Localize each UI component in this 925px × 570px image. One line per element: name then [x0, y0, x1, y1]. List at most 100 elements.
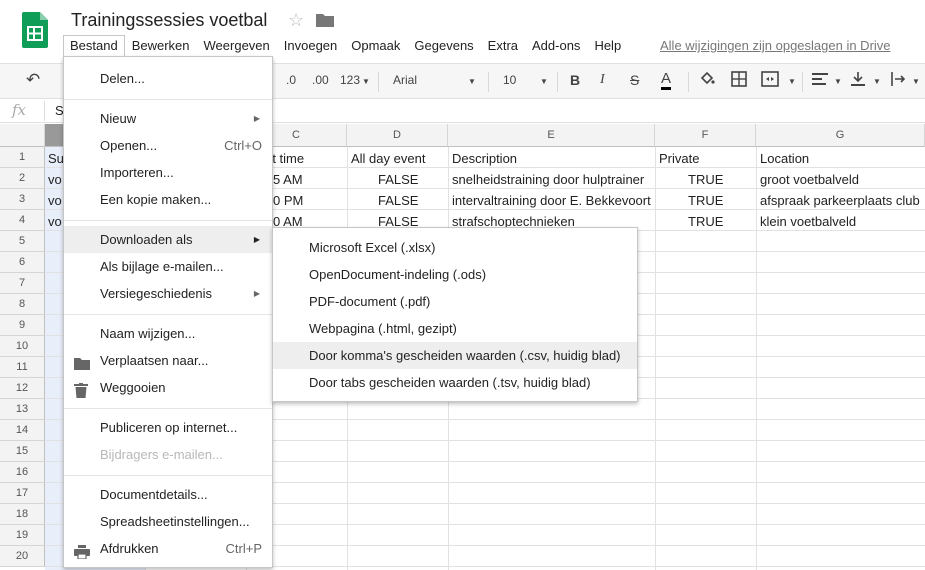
menu-opmaak[interactable]: Opmaak — [344, 35, 407, 57]
select-all-corner[interactable] — [0, 124, 45, 147]
menu-item-label: Bijdragers e-mailen... — [100, 447, 223, 462]
more-formats-button[interactable]: 123 — [340, 73, 360, 87]
menu-item-trash[interactable]: Weggooien — [64, 374, 272, 401]
cell-g2[interactable]: groot voetbalveld — [760, 169, 923, 190]
menu-item-spreadsheet-settings[interactable]: Spreadsheetinstellingen... — [64, 508, 272, 535]
download-ods[interactable]: OpenDocument-indeling (.ods) — [273, 261, 637, 288]
menu-gegevens[interactable]: Gegevens — [407, 35, 480, 57]
cell-c2[interactable]: 5 AM — [273, 169, 345, 190]
menu-item-label: Openen... — [100, 138, 158, 153]
sheets-logo-icon[interactable] — [22, 12, 48, 48]
merge-cells-icon[interactable] — [761, 71, 779, 90]
cell-e3[interactable]: intervaltraining door E. Bekkevoort — [452, 190, 653, 211]
column-header-g[interactable]: G — [756, 124, 925, 147]
menu-weergeven[interactable]: Weergeven — [197, 35, 277, 57]
menu-item-new[interactable]: Nieuw ▶ — [64, 105, 272, 132]
row-header[interactable]: 19 — [0, 525, 45, 546]
menu-item-open[interactable]: Openen... Ctrl+O — [64, 132, 272, 159]
download-xlsx[interactable]: Microsoft Excel (.xlsx) — [273, 234, 637, 261]
download-csv[interactable]: Door komma's gescheiden waarden (.csv, h… — [273, 342, 637, 369]
cell-d2[interactable]: FALSE — [378, 169, 446, 190]
cell-e2[interactable]: snelheidstraining door hulptrainer — [452, 169, 653, 190]
row-header[interactable]: 15 — [0, 441, 45, 462]
fill-color-icon[interactable] — [699, 71, 715, 90]
row-header[interactable]: 20 — [0, 546, 45, 567]
row-header[interactable]: 14 — [0, 420, 45, 441]
undo-icon[interactable]: ↶ — [26, 70, 40, 90]
menu-item-move[interactable]: Verplaatsen naar... — [64, 347, 272, 374]
row-header[interactable]: 4 — [0, 210, 45, 231]
column-header-f[interactable]: F — [655, 124, 756, 147]
menu-item-rename[interactable]: Naam wijzigen... — [64, 320, 272, 347]
font-size-select[interactable]: 10 — [503, 73, 516, 87]
menu-add-ons[interactable]: Add-ons — [525, 35, 587, 57]
cell-f1[interactable]: Private — [659, 148, 754, 169]
download-html[interactable]: Webpagina (.html, gezipt) — [273, 315, 637, 342]
column-header-e[interactable]: E — [448, 124, 655, 147]
menu-item-label: Nieuw — [100, 111, 137, 126]
menu-item-email-attachment[interactable]: Als bijlage e-mailen... — [64, 253, 272, 280]
download-pdf[interactable]: PDF-document (.pdf) — [273, 288, 637, 315]
row-header[interactable]: 13 — [0, 399, 45, 420]
cell-f2[interactable]: TRUE — [688, 169, 754, 190]
row-header[interactable]: 16 — [0, 462, 45, 483]
bold-icon[interactable]: B — [570, 72, 580, 88]
cell-c3[interactable]: 0 PM — [273, 190, 345, 211]
text-color-icon[interactable]: A — [661, 70, 672, 90]
menu-bewerken[interactable]: Bewerken — [125, 35, 197, 57]
folder-icon[interactable] — [316, 13, 334, 32]
menu-bestand[interactable]: Bestand — [63, 35, 125, 57]
menu-item-make-copy[interactable]: Een kopie maken... — [64, 186, 272, 213]
row-header[interactable]: 11 — [0, 357, 45, 378]
document-title[interactable]: Trainingssessies voetbal — [71, 10, 267, 31]
cell-f4[interactable]: TRUE — [688, 211, 754, 232]
cell-g1[interactable]: Location — [760, 148, 923, 169]
menu-help[interactable]: Help — [587, 35, 628, 57]
row-header[interactable]: 12 — [0, 378, 45, 399]
row-header[interactable]: 17 — [0, 483, 45, 504]
align-left-icon[interactable] — [812, 72, 828, 89]
menu-item-publish[interactable]: Publiceren op internet... — [64, 414, 272, 441]
menu-extra[interactable]: Extra — [481, 35, 525, 57]
strikethrough-icon[interactable]: S — [630, 72, 639, 88]
row-header[interactable]: 18 — [0, 504, 45, 525]
menu-item-download-as[interactable]: Downloaden als ▶ — [64, 226, 272, 253]
row-header[interactable]: 2 — [0, 168, 45, 189]
cell-e1[interactable]: Description — [452, 148, 653, 169]
row-header[interactable]: 10 — [0, 336, 45, 357]
menu-item-version-history[interactable]: Versiegeschiedenis ▶ — [64, 280, 272, 307]
row-header[interactable]: 7 — [0, 273, 45, 294]
row-header[interactable]: 1 — [0, 147, 45, 168]
download-tsv[interactable]: Door tabs gescheiden waarden (.tsv, huid… — [273, 369, 637, 396]
menu-item-print[interactable]: Afdrukken Ctrl+P — [64, 535, 272, 562]
row-header[interactable]: 3 — [0, 189, 45, 210]
cell-d1[interactable]: All day event — [351, 148, 446, 169]
star-icon[interactable]: ☆ — [288, 10, 304, 31]
row-header[interactable]: 6 — [0, 252, 45, 273]
cell-g4[interactable]: klein voetbalveld — [760, 211, 923, 232]
cell-c1[interactable]: rt time — [268, 148, 345, 169]
text-wrap-icon[interactable] — [890, 71, 906, 90]
menu-separator — [64, 475, 272, 476]
decrease-decimal-button[interactable]: .0 — [286, 73, 296, 87]
menu-item-email-collaborators: Bijdragers e-mailen... — [64, 441, 272, 468]
cell-f3[interactable]: TRUE — [688, 190, 754, 211]
menu-separator — [64, 408, 272, 409]
row-header[interactable]: 5 — [0, 231, 45, 252]
column-header-d[interactable]: D — [347, 124, 448, 147]
menu-item-import[interactable]: Importeren... — [64, 159, 272, 186]
increase-decimal-button[interactable]: .00 — [312, 73, 329, 87]
row-header[interactable]: 9 — [0, 315, 45, 336]
menu-item-document-details[interactable]: Documentdetails... — [64, 481, 272, 508]
menu-invoegen[interactable]: Invoegen — [277, 35, 345, 57]
cell-d3[interactable]: FALSE — [378, 190, 446, 211]
menu-item-share[interactable]: Delen... — [64, 65, 272, 92]
cell-g3[interactable]: afspraak parkeerplaats club — [760, 190, 923, 211]
row-header[interactable]: 8 — [0, 294, 45, 315]
vertical-align-icon[interactable] — [851, 71, 865, 90]
menu-item-label: Spreadsheetinstellingen... — [100, 514, 250, 529]
italic-icon[interactable]: I — [600, 72, 605, 88]
saved-status-link[interactable]: Alle wijzigingen zijn opgeslagen in Driv… — [660, 38, 891, 53]
font-select[interactable]: Arial — [393, 73, 417, 87]
borders-icon[interactable] — [731, 71, 747, 90]
